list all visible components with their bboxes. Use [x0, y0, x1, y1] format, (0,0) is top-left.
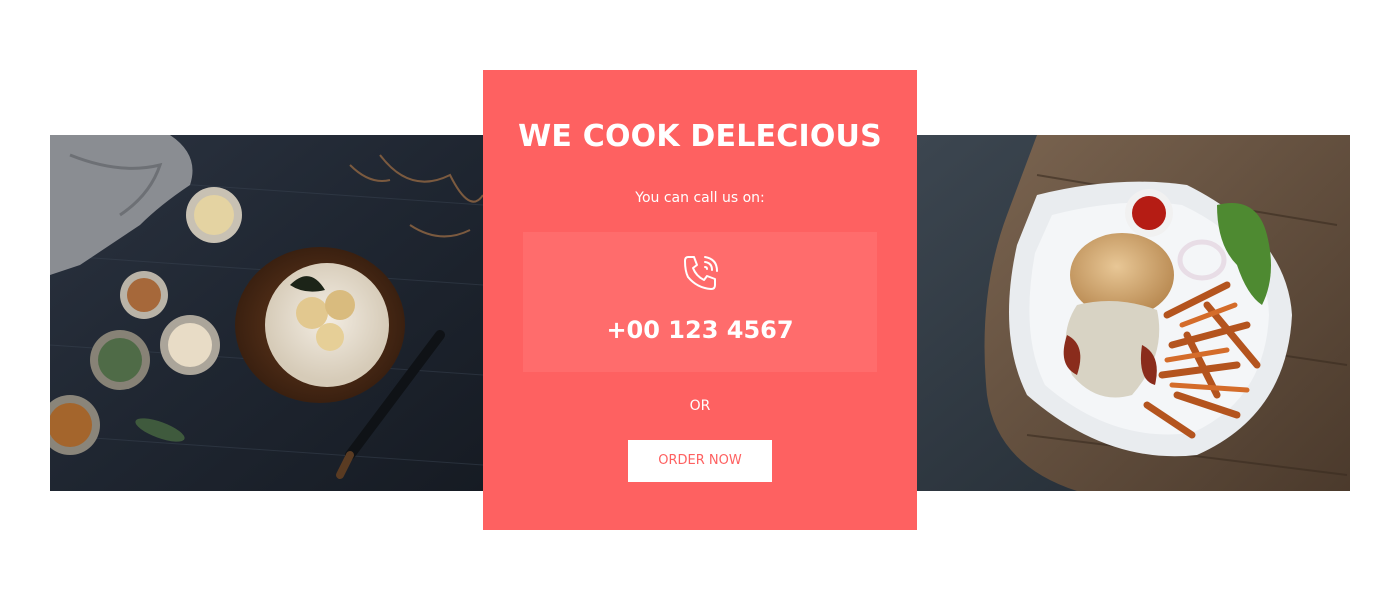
cta-section: WE COOK DELECIOUS You can call us on: +0…: [0, 0, 1400, 600]
card-title: WE COOK DELECIOUS: [518, 119, 882, 154]
or-label: OR: [689, 398, 711, 414]
card-subtitle: You can call us on:: [635, 190, 765, 206]
phone-box: +00 123 4567: [523, 232, 877, 372]
order-now-button[interactable]: ORDER NOW: [628, 440, 772, 482]
phone-call-icon: [679, 251, 723, 295]
order-card: WE COOK DELECIOUS You can call us on: +0…: [483, 70, 917, 530]
burger-fries-photo: [917, 135, 1350, 491]
phone-number: +00 123 4567: [606, 316, 794, 344]
dessert-cake-photo: [50, 135, 483, 491]
